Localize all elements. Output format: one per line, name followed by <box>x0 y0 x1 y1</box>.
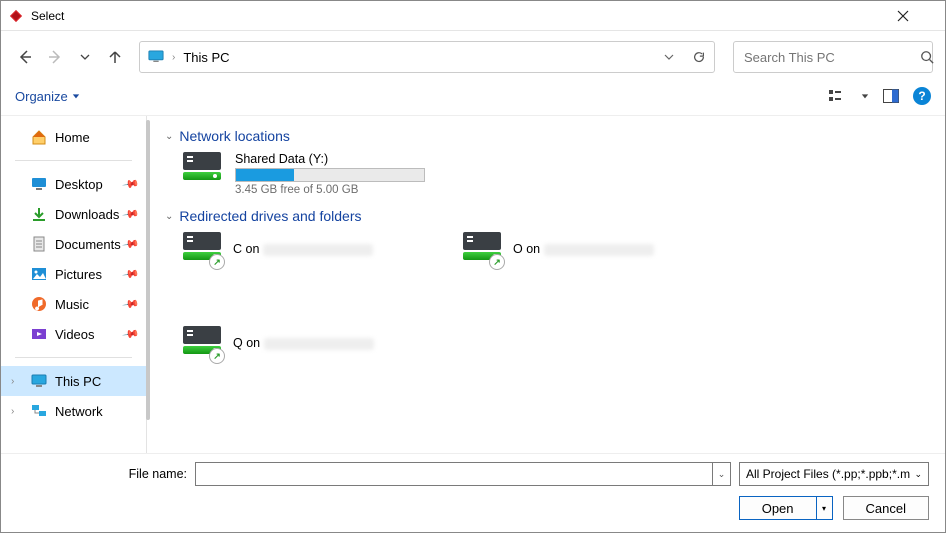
open-button[interactable]: Open ▾ <box>739 496 833 520</box>
downloads-icon <box>31 206 47 222</box>
redirected-drive-q[interactable]: ↗ Q on <box>183 326 403 360</box>
chevron-down-icon: ⌄ <box>165 211 173 222</box>
sidebar-item-label: Music <box>55 297 89 312</box>
sidebar-item-label: Desktop <box>55 177 103 192</box>
pin-icon: 📌 <box>122 205 141 224</box>
forward-button[interactable] <box>43 45 67 69</box>
sidebar-item-label: Downloads <box>55 207 119 222</box>
sidebar-item-label: Home <box>55 130 90 145</box>
organize-button[interactable]: Organize <box>15 89 80 104</box>
home-icon <box>31 129 47 145</box>
desktop-icon <box>31 176 47 192</box>
chevron-right-icon: › <box>172 52 175 63</box>
main-area: Home Desktop 📌 Downloads 📌 Documents 📌 P… <box>1 115 945 453</box>
window-title: Select <box>31 9 897 23</box>
file-name-dropdown[interactable]: ⌄ <box>713 462 731 486</box>
sidebar-item-music[interactable]: Music 📌 <box>1 289 146 319</box>
search-input[interactable] <box>744 50 920 65</box>
redirected-drive-icon: ↗ <box>463 232 501 266</box>
sidebar-item-desktop[interactable]: Desktop 📌 <box>1 169 146 199</box>
sidebar: Home Desktop 📌 Downloads 📌 Documents 📌 P… <box>1 116 147 453</box>
sidebar-item-videos[interactable]: Videos 📌 <box>1 319 146 349</box>
sidebar-item-label: This PC <box>55 374 101 389</box>
redirected-drive-o[interactable]: ↗ O on <box>463 232 683 266</box>
address-dropdown[interactable] <box>664 52 674 62</box>
redacted-text <box>544 244 654 256</box>
documents-icon <box>31 236 47 252</box>
sidebar-item-label: Pictures <box>55 267 102 282</box>
group-label: Network locations <box>179 128 290 144</box>
redacted-text <box>263 244 373 256</box>
app-icon <box>9 9 23 23</box>
chevron-right-icon: › <box>11 406 14 417</box>
group-network-locations[interactable]: ⌄ Network locations <box>165 128 927 144</box>
videos-icon <box>31 326 47 342</box>
up-button[interactable] <box>103 45 127 69</box>
redirected-drive-icon: ↗ <box>183 232 221 266</box>
preview-pane-button[interactable] <box>883 89 899 103</box>
pin-icon: 📌 <box>122 265 141 284</box>
group-label: Redirected drives and folders <box>179 208 361 224</box>
sidebar-item-this-pc[interactable]: › This PC <box>1 366 146 396</box>
scrollbar[interactable] <box>146 120 150 420</box>
redirected-drive-c[interactable]: ↗ C on <box>183 232 403 266</box>
pin-icon: 📌 <box>122 295 141 314</box>
group-redirected[interactable]: ⌄ Redirected drives and folders <box>165 208 927 224</box>
view-options-button[interactable] <box>829 89 847 103</box>
sidebar-item-label: Network <box>55 404 103 419</box>
drive-name: Shared Data (Y:) <box>235 152 425 166</box>
back-button[interactable] <box>13 45 37 69</box>
footer: File name: ⌄ All Project Files (*.pp;*.p… <box>1 453 945 532</box>
open-label: Open <box>740 501 816 516</box>
redirected-drive-icon: ↗ <box>183 326 221 360</box>
drive-prefix: O on <box>513 242 540 256</box>
this-pc-icon <box>148 50 164 64</box>
open-split-dropdown[interactable]: ▾ <box>816 497 832 519</box>
file-name-input[interactable] <box>195 462 713 486</box>
toolbar: Organize ? <box>1 83 945 115</box>
close-button[interactable] <box>897 10 937 22</box>
search-box[interactable] <box>733 41 933 73</box>
chevron-down-icon: ⌄ <box>914 469 922 480</box>
network-icon <box>31 403 47 419</box>
titlebar: Select <box>1 1 945 31</box>
usage-bar <box>235 168 425 182</box>
pictures-icon <box>31 266 47 282</box>
file-name-label: File name: <box>17 467 187 481</box>
pin-icon: 📌 <box>122 235 141 254</box>
recent-dropdown[interactable] <box>73 45 97 69</box>
content-pane: ⌄ Network locations Shared Data (Y:) 3.4… <box>147 116 945 453</box>
cancel-label: Cancel <box>844 501 928 516</box>
music-icon <box>31 296 47 312</box>
sidebar-item-label: Videos <box>55 327 95 342</box>
sidebar-item-label: Documents <box>55 237 121 252</box>
pin-icon: 📌 <box>122 175 141 194</box>
redacted-text <box>264 338 374 350</box>
filter-text: All Project Files (*.pp;*.ppb;*.m <box>746 467 910 481</box>
drive-shared-data[interactable]: Shared Data (Y:) 3.45 GB free of 5.00 GB <box>165 152 927 196</box>
sidebar-item-home[interactable]: Home <box>1 122 146 152</box>
network-drive-icon <box>183 152 221 186</box>
pin-icon: 📌 <box>122 325 141 344</box>
sidebar-item-pictures[interactable]: Pictures 📌 <box>1 259 146 289</box>
address-bar[interactable]: › This PC <box>139 41 715 73</box>
nav-row: › This PC <box>1 31 945 83</box>
drive-prefix: Q on <box>233 336 260 350</box>
cancel-button[interactable]: Cancel <box>843 496 929 520</box>
chevron-down-icon: ⌄ <box>165 131 173 142</box>
search-icon <box>920 50 934 64</box>
chevron-right-icon: › <box>11 376 14 387</box>
file-type-filter[interactable]: All Project Files (*.pp;*.ppb;*.m ⌄ <box>739 462 929 486</box>
usage-text: 3.45 GB free of 5.00 GB <box>235 184 425 196</box>
view-dropdown[interactable] <box>861 92 869 100</box>
breadcrumb[interactable]: This PC <box>183 50 656 65</box>
drive-prefix: C on <box>233 242 259 256</box>
sidebar-item-network[interactable]: › Network <box>1 396 146 426</box>
help-button[interactable]: ? <box>913 87 931 105</box>
organize-label: Organize <box>15 89 68 104</box>
sidebar-item-downloads[interactable]: Downloads 📌 <box>1 199 146 229</box>
sidebar-item-documents[interactable]: Documents 📌 <box>1 229 146 259</box>
refresh-button[interactable] <box>692 50 706 64</box>
this-pc-icon <box>31 373 47 389</box>
